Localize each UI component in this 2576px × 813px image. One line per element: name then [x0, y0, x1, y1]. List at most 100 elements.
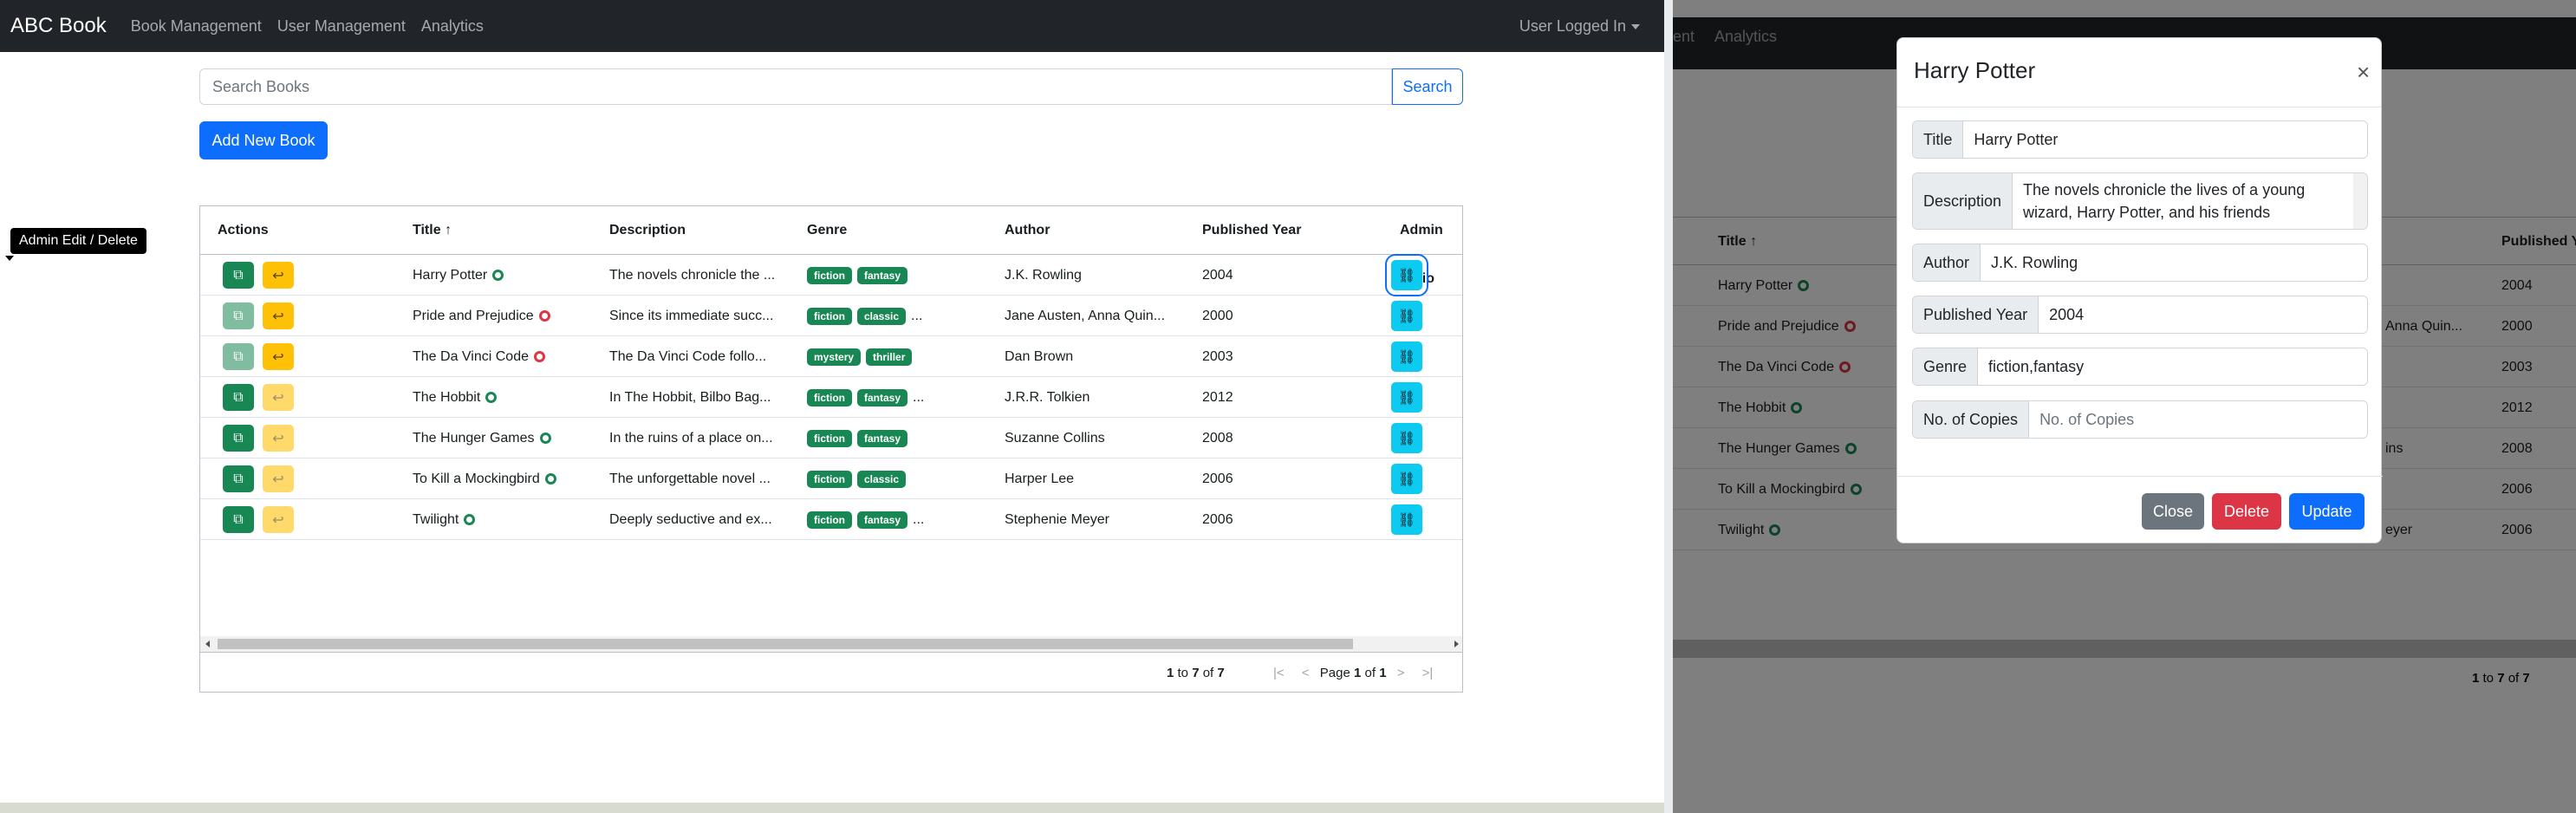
edit-book-modal: Harry Potter × Title Description The nov… — [1896, 37, 2383, 543]
return-book-button[interactable]: ↩ — [263, 302, 294, 329]
nav-analytics[interactable]: Analytics — [421, 17, 484, 36]
scrollbar-thumb[interactable] — [218, 639, 1353, 649]
return-book-button[interactable]: ↩ — [263, 343, 294, 370]
next-page-icon[interactable]: > — [1397, 666, 1405, 680]
user-menu-dropdown[interactable]: User Logged In — [1519, 17, 1640, 36]
scroll-left-icon[interactable] — [205, 641, 210, 647]
admin-link-icon: ⛓ — [1397, 349, 1416, 365]
admin-link-icon: ⛓ — [1397, 390, 1416, 406]
admin-link-icon: ⛓ — [1397, 512, 1416, 528]
genre-badge: fiction — [807, 307, 852, 325]
author-cell: J.R.R. Tolkien — [1005, 390, 1090, 405]
genre-cell: mystery thriller — [807, 336, 917, 377]
return-book-button[interactable]: ↩ — [263, 465, 294, 492]
admin-edit-button[interactable]: ⛓ — [1391, 464, 1422, 494]
copies-input[interactable] — [2029, 401, 2367, 438]
return-book-button[interactable]: ↩ — [263, 506, 294, 533]
return-book-button[interactable]: ↩ — [263, 425, 294, 452]
delete-button[interactable]: Delete — [2212, 493, 2281, 530]
navbar: ABC Book Book Management User Management… — [0, 0, 1664, 52]
page-of-word: of — [1364, 666, 1376, 680]
description-cell: The novels chronicle the ... — [609, 268, 776, 283]
copy-icon: ⧉ — [233, 471, 244, 486]
borrow-copy-button[interactable]: ⧉ — [223, 302, 254, 329]
update-button[interactable]: Update — [2289, 493, 2365, 530]
genre-input[interactable] — [1978, 348, 2367, 385]
first-page-icon[interactable]: |< — [1273, 666, 1285, 680]
author-input[interactable] — [1981, 244, 2367, 281]
copy-icon: ⧉ — [233, 511, 244, 527]
description-cell: Deeply seductive and ex... — [609, 512, 772, 527]
genre-cell: fiction classic — [807, 459, 911, 499]
borrow-copy-button[interactable]: ⧉ — [223, 262, 254, 289]
add-new-book-button[interactable]: Add New Book — [199, 121, 328, 159]
year-field-group: Published Year — [1912, 296, 2368, 334]
table-row: ⧉ ↩ To Kill a Mockingbird The unforgettable… — [200, 459, 1462, 499]
borrow-copy-button[interactable]: ⧉ — [223, 506, 254, 533]
header-description[interactable]: Description — [609, 206, 686, 255]
page-controls: |< < Page 1 of 1 > >| — [1266, 653, 1440, 692]
title-input[interactable] — [1963, 121, 2367, 158]
book-title: Harry Potter — [413, 268, 488, 283]
summary-to: 7 — [1192, 666, 1200, 680]
search-button[interactable]: Search — [1392, 68, 1463, 105]
caret-down-icon — [1631, 23, 1640, 29]
last-page-icon[interactable]: >| — [1422, 666, 1434, 680]
year-cell: 2006 — [1202, 472, 1233, 486]
sort-asc-icon: ↑ — [445, 223, 452, 237]
return-book-button[interactable]: ↩ — [263, 262, 294, 289]
return-book-button[interactable]: ↩ — [263, 384, 294, 411]
admin-edit-button[interactable]: ⛓ — [1391, 382, 1422, 413]
current-page: 1 — [1353, 666, 1362, 680]
genre-badge: fiction — [807, 511, 852, 529]
prev-page-icon[interactable]: < — [1302, 666, 1310, 680]
header-author[interactable]: Author — [1005, 206, 1050, 255]
summary-from: 1 — [1167, 666, 1174, 680]
author-cell: Suzanne Collins — [1005, 431, 1105, 446]
year-input[interactable] — [2039, 296, 2367, 333]
author-cell: J.K. Rowling — [1005, 268, 1082, 283]
genre-badge: fantasy — [857, 429, 908, 447]
title-cell: Pride and Prejudice — [413, 296, 550, 336]
author-cell: Dan Brown — [1005, 349, 1074, 364]
borrow-copy-button[interactable]: ⧉ — [223, 384, 254, 411]
header-genre[interactable]: Genre — [807, 206, 847, 255]
search-bar: Search — [199, 68, 1463, 105]
return-arrow-icon: ↩ — [272, 268, 284, 283]
header-title[interactable]: Title ↑ — [413, 206, 452, 255]
borrow-copy-button[interactable]: ⧉ — [223, 343, 254, 370]
description-label: Description — [1913, 173, 2013, 229]
admin-edit-button[interactable]: ⛓ — [1391, 423, 1422, 453]
textarea-scrollbar[interactable] — [2353, 173, 2367, 229]
year-cell: 2012 — [1202, 390, 1233, 405]
description-textarea[interactable]: The novels chronicle the lives of a youn… — [2013, 173, 2353, 229]
book-title: Pride and Prejudice — [413, 309, 534, 323]
close-icon[interactable]: × — [2357, 61, 2370, 83]
available-status-icon — [464, 514, 476, 526]
nav-user-management[interactable]: User Management — [277, 17, 406, 36]
header-published-year[interactable]: Published Year — [1202, 206, 1301, 255]
admin-edit-button[interactable]: ⛓ — [1391, 504, 1422, 535]
borrow-copy-button[interactable]: ⧉ — [223, 465, 254, 492]
header-admin-actions[interactable]: Admin Actio — [1400, 206, 1462, 286]
close-button[interactable]: Close — [2142, 493, 2204, 530]
copies-field-group: No. of Copies — [1912, 400, 2368, 439]
title-cell: The Hunger Games — [413, 418, 551, 459]
search-input[interactable] — [199, 68, 1392, 105]
nav-book-management[interactable]: Book Management — [131, 17, 262, 36]
horizontal-scrollbar[interactable] — [200, 636, 1462, 652]
table-row: ⧉ ↩ Twilight Deeply seductive and ex... fict… — [200, 499, 1462, 540]
copies-label: No. of Copies — [1913, 401, 2030, 438]
header-actions[interactable]: Actions — [218, 206, 269, 255]
description-field-group: Description The novels chronicle the liv… — [1912, 172, 2368, 230]
admin-edit-button[interactable]: ⛓ — [1391, 341, 1422, 372]
scroll-right-icon[interactable] — [1454, 641, 1459, 647]
borrow-copy-button[interactable]: ⧉ — [223, 425, 254, 452]
admin-link-icon: ⛓ — [1397, 268, 1416, 283]
navbar-brand[interactable]: ABC Book — [10, 14, 107, 38]
genre-badge: fantasy — [857, 388, 908, 406]
title-cell: Harry Potter — [413, 255, 504, 296]
admin-edit-button[interactable]: ⛓ — [1385, 254, 1428, 296]
admin-edit-button[interactable]: ⛓ — [1391, 301, 1422, 331]
return-arrow-icon: ↩ — [272, 349, 284, 365]
